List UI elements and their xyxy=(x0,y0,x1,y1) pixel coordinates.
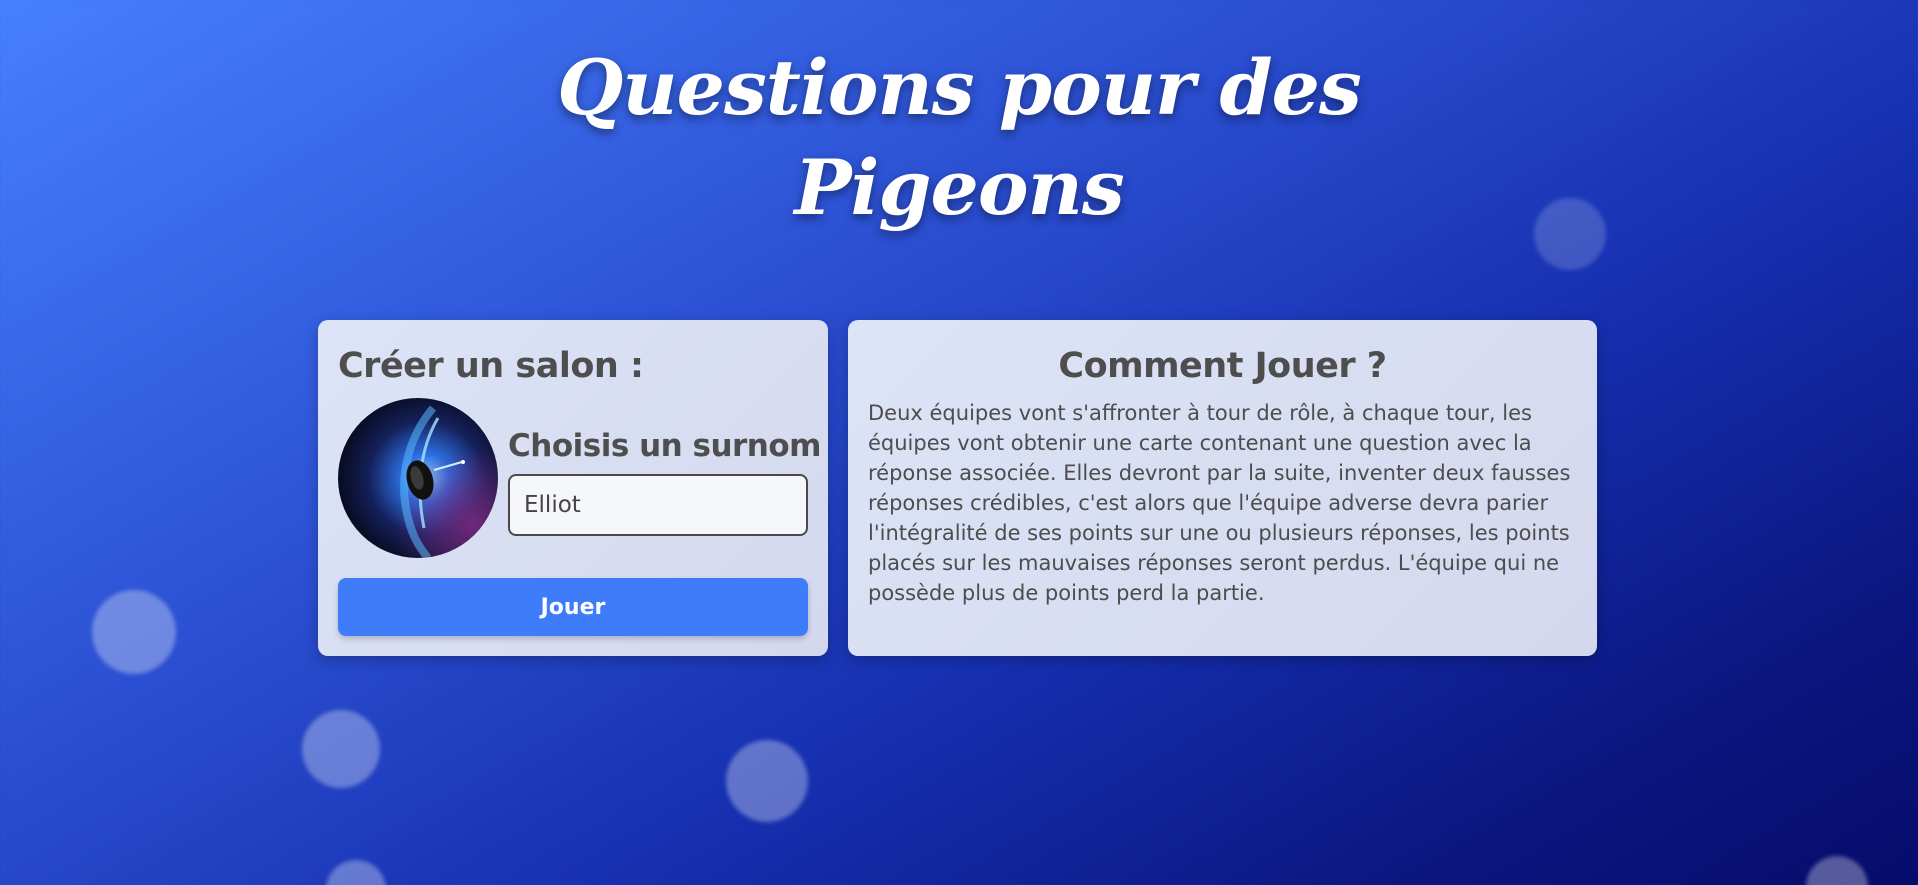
background-bokeh xyxy=(726,740,808,822)
how-to-play-text: Deux équipes vont s'affronter à tour de … xyxy=(868,401,1571,605)
nickname-input[interactable] xyxy=(508,474,808,536)
create-room-heading: Créer un salon : xyxy=(338,346,644,386)
how-to-play-card: Comment Jouer ? Deux équipes vont s'affr… xyxy=(848,320,1597,656)
background-bokeh xyxy=(92,590,176,674)
background-bokeh xyxy=(326,860,386,885)
create-room-card: Créer un salon : Choisis un surnom Ellio… xyxy=(318,320,828,656)
play-button[interactable]: Jouer xyxy=(338,578,808,636)
page-title-line-2: Pigeons xyxy=(794,143,1124,232)
background-bokeh xyxy=(302,710,380,788)
how-to-play-heading: Comment Jouer ? xyxy=(1058,346,1387,386)
page-title: Questions pour des Pigeons xyxy=(0,38,1918,238)
galaxy-avatar-icon[interactable] xyxy=(338,398,498,558)
page-title-line-1: Questions pour des xyxy=(557,43,1362,132)
background-bokeh xyxy=(1806,856,1868,885)
nickname-label: Choisis un surnom xyxy=(508,428,821,464)
